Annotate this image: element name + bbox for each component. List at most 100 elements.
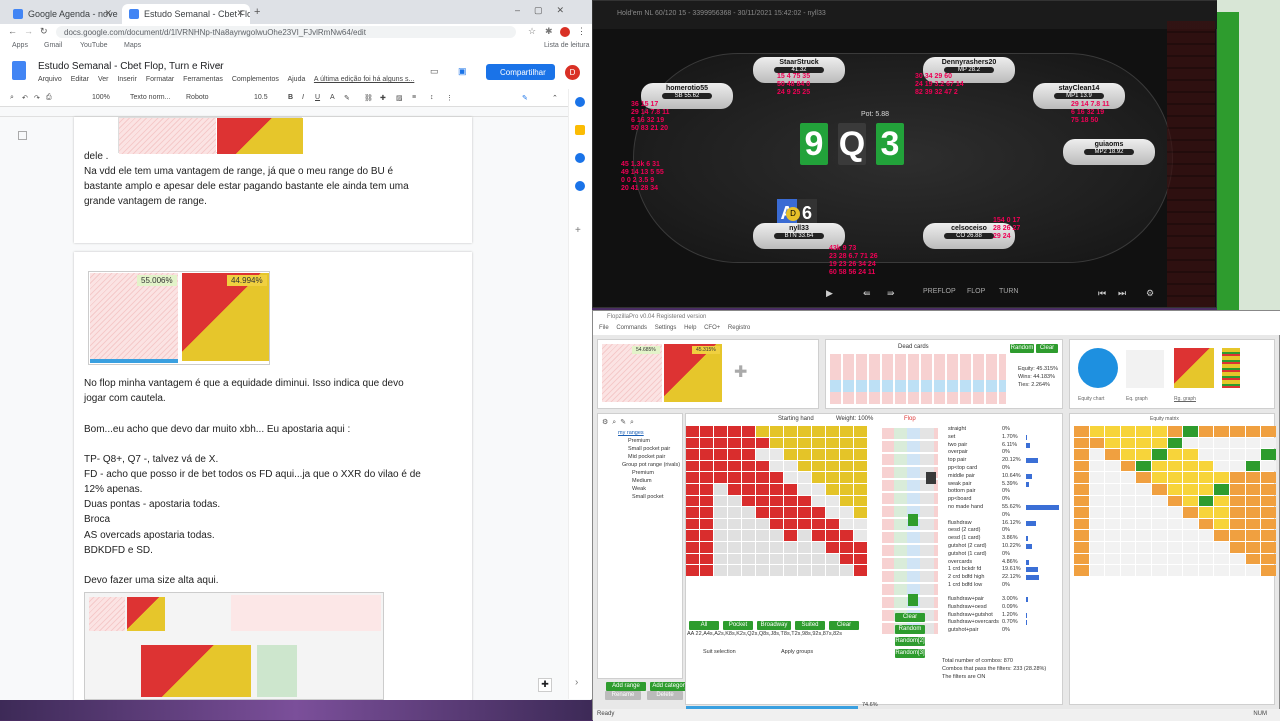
hand-cell[interactable] bbox=[770, 484, 783, 495]
hand-cell[interactable] bbox=[770, 461, 783, 472]
equity-cell[interactable] bbox=[1105, 496, 1120, 507]
hand-cell[interactable] bbox=[714, 449, 727, 460]
clear-button[interactable]: Clear bbox=[1036, 344, 1058, 353]
extension-icon[interactable]: ✱ bbox=[545, 26, 553, 37]
hand-cell[interactable] bbox=[756, 438, 769, 449]
equity-cell[interactable] bbox=[1261, 507, 1276, 518]
redo-icon[interactable]: ↷ bbox=[34, 94, 40, 102]
equity-cell[interactable] bbox=[1090, 554, 1105, 565]
equity-cell[interactable] bbox=[1199, 438, 1214, 449]
add-range-button[interactable]: Add range bbox=[606, 682, 646, 691]
equity-cell[interactable] bbox=[1136, 426, 1151, 437]
link-icon[interactable]: ⛓ bbox=[364, 94, 373, 102]
tree-item[interactable]: my ranges bbox=[618, 430, 644, 438]
equity-cell[interactable] bbox=[1199, 461, 1214, 472]
hand-cell[interactable] bbox=[756, 507, 769, 518]
hand-cell[interactable] bbox=[798, 426, 811, 437]
hand-cell[interactable] bbox=[840, 461, 853, 472]
tab-agenda[interactable]: Google Agenda - novembro de 2021 ✕ bbox=[6, 4, 118, 24]
equity-cell[interactable] bbox=[1183, 542, 1198, 553]
hand-cell[interactable] bbox=[714, 426, 727, 437]
share-button[interactable]: Compartilhar bbox=[486, 64, 555, 80]
hand-cell[interactable] bbox=[784, 530, 797, 541]
equity-cell[interactable] bbox=[1246, 519, 1261, 530]
hand-cell[interactable] bbox=[700, 484, 713, 495]
equity-cell[interactable] bbox=[1136, 519, 1151, 530]
equity-cell[interactable] bbox=[1121, 542, 1136, 553]
equity-cell[interactable] bbox=[1261, 530, 1276, 541]
equity-cell[interactable] bbox=[1246, 472, 1261, 483]
hand-cell[interactable] bbox=[784, 484, 797, 495]
equity-cell[interactable] bbox=[1121, 554, 1136, 565]
equity-cell[interactable] bbox=[1183, 565, 1198, 576]
stat-row[interactable]: flushdraw+pair3.00% bbox=[948, 596, 1060, 604]
avatar[interactable]: D bbox=[565, 65, 580, 80]
hand-cell[interactable] bbox=[756, 461, 769, 472]
reload-icon[interactable]: ↻ bbox=[40, 26, 48, 37]
tree-item[interactable]: Small pocket pair bbox=[628, 446, 670, 454]
hand-cell[interactable] bbox=[854, 472, 867, 483]
equity-cell[interactable] bbox=[1246, 484, 1261, 495]
clear-range-button[interactable]: Clear bbox=[829, 621, 859, 630]
hand-cell[interactable] bbox=[798, 507, 811, 518]
stat-row[interactable]: weak pair5.39% bbox=[948, 481, 1060, 489]
equity-cell[interactable] bbox=[1136, 438, 1151, 449]
hand-cell[interactable] bbox=[812, 472, 825, 483]
image-icon[interactable]: ▨ bbox=[396, 94, 403, 102]
bookmark-youtube[interactable]: YouTube bbox=[80, 42, 108, 49]
menu-cfo[interactable]: CFO+ bbox=[704, 325, 720, 331]
present-icon[interactable]: ▣ bbox=[458, 66, 467, 77]
hand-cell[interactable] bbox=[742, 449, 755, 460]
hand-cell[interactable] bbox=[798, 565, 811, 576]
comment-add-icon[interactable]: ✚ bbox=[380, 94, 386, 102]
hand-cell[interactable] bbox=[742, 507, 755, 518]
hand-cell[interactable] bbox=[798, 554, 811, 565]
equity-cell[interactable] bbox=[1246, 496, 1261, 507]
equity-cell[interactable] bbox=[1168, 519, 1183, 530]
stat-row[interactable]: straight0% bbox=[948, 426, 1060, 434]
selected-flop-card[interactable] bbox=[908, 594, 918, 606]
explore-icon[interactable]: ✚ bbox=[538, 678, 552, 692]
flopzilla-screenshot[interactable] bbox=[84, 592, 384, 700]
equity-cell[interactable] bbox=[1246, 426, 1261, 437]
hand-cell[interactable] bbox=[798, 496, 811, 507]
equity-cell[interactable] bbox=[1090, 438, 1105, 449]
equity-cell[interactable] bbox=[1214, 519, 1229, 530]
player-seat[interactable]: guiaomsMP2 18.92 bbox=[1063, 139, 1155, 165]
hand-cell[interactable] bbox=[854, 484, 867, 495]
equity-cell[interactable] bbox=[1261, 472, 1276, 483]
hand-cell[interactable] bbox=[812, 530, 825, 541]
hand-cell[interactable] bbox=[728, 565, 741, 576]
hand-cell[interactable] bbox=[854, 554, 867, 565]
tree-item[interactable]: Mid pocket pair bbox=[628, 454, 665, 462]
hand-cell[interactable] bbox=[770, 426, 783, 437]
hand-cell[interactable] bbox=[714, 484, 727, 495]
stat-row[interactable]: gutshot+pair0% bbox=[948, 627, 1060, 635]
hand-cell[interactable] bbox=[840, 507, 853, 518]
equity-cell[interactable] bbox=[1152, 438, 1167, 449]
equity-cell[interactable] bbox=[1105, 565, 1120, 576]
equity-cell[interactable] bbox=[1168, 461, 1183, 472]
random-flop-button[interactable]: Random bbox=[895, 625, 925, 634]
equity-cell[interactable] bbox=[1183, 426, 1198, 437]
tree-item[interactable]: Premium bbox=[632, 470, 654, 478]
hand-matrix[interactable] bbox=[686, 426, 867, 576]
hand-cell[interactable] bbox=[784, 449, 797, 460]
stat-row[interactable]: oesd (2 card)0% bbox=[948, 527, 1060, 535]
text-color-icon[interactable]: A bbox=[330, 94, 335, 101]
hand-cell[interactable] bbox=[770, 565, 783, 576]
hand-cell[interactable] bbox=[714, 496, 727, 507]
hand-cell[interactable] bbox=[756, 496, 769, 507]
equity-cell[interactable] bbox=[1136, 554, 1151, 565]
back-icon[interactable]: ← bbox=[8, 26, 17, 36]
equity-cell[interactable] bbox=[1105, 530, 1120, 541]
equity-cell[interactable] bbox=[1090, 472, 1105, 483]
equity-cell[interactable] bbox=[1199, 496, 1214, 507]
equity-cell[interactable] bbox=[1183, 449, 1198, 460]
equity-cell[interactable] bbox=[1214, 554, 1229, 565]
hand-cell[interactable] bbox=[742, 542, 755, 553]
equity-cell[interactable] bbox=[1136, 461, 1151, 472]
stat-row[interactable]: flushdraw16.12% bbox=[948, 520, 1060, 528]
hand-cell[interactable] bbox=[812, 426, 825, 437]
equity-cell[interactable] bbox=[1136, 507, 1151, 518]
